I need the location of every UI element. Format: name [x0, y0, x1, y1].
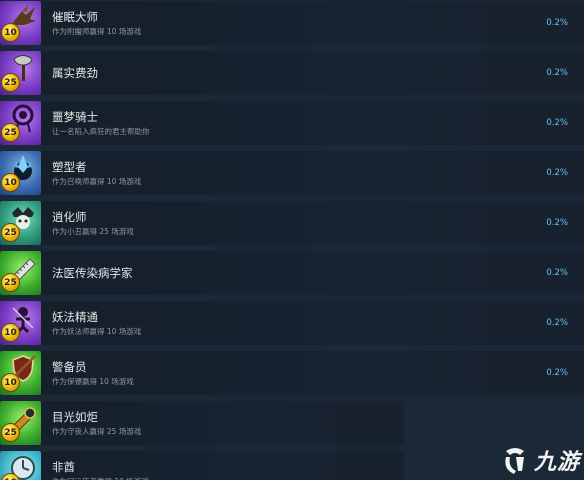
- achievement-icon-wrap: 10: [0, 151, 41, 195]
- unlock-percent: 0.2%: [546, 118, 568, 128]
- achievement-text: 逍化师作为小丑赢得 25 场游戏: [52, 210, 584, 237]
- badge-coin: 25: [1, 73, 20, 92]
- badge-coin: 10: [1, 173, 20, 192]
- achievement-row: 10 妖法精通 作为妖法师赢得 10 场游戏 0.2%: [0, 301, 584, 345]
- achievement-title: 属实费劲: [52, 65, 98, 80]
- achievement-title: 噩梦骑士: [52, 109, 98, 124]
- achievement-title: 警备员: [52, 359, 87, 374]
- achievement-icon-wrap: 10: [0, 351, 41, 395]
- achievement-desc: 作为回运使者赢得 10 场游戏: [52, 476, 404, 480]
- achievement-row: 10 非酋作为回运使者赢得 10 场游戏: [0, 451, 404, 480]
- achievement-desc: 作为附魔师赢得 10 场游戏: [52, 26, 142, 36]
- achievement-row: 10 塑型者 作为召唤师赢得 10 场游戏 0.2%: [0, 151, 584, 195]
- achievement-icon-wrap: 25: [0, 401, 41, 445]
- achievement-desc: 作为守夜人赢得 25 场游戏: [52, 426, 142, 436]
- achievement-row: 25 噩梦骑士 让一名陷入疯狂的君主帮助你 0.2%: [0, 101, 584, 145]
- achievement-list: 10 催眠大师 作为附魔师赢得 10 场游戏 0.2% 25 属实费劲 0.2% 25 噩梦骑士…: [0, 0, 584, 480]
- achievement-desc: 作为保镖赢得 10 场游戏: [52, 376, 134, 386]
- achievement-row: 25 目光如炬作为守夜人赢得 25 场游戏: [0, 401, 404, 445]
- unlock-percent: 0.2%: [546, 68, 568, 78]
- achievement-text: 属实费劲: [52, 66, 584, 81]
- achievement-title: 妖法精通: [52, 309, 98, 324]
- achievement-text: 警备员作为保镖赢得 10 场游戏: [52, 360, 584, 387]
- achievement-title: 非酋: [52, 459, 75, 474]
- badge-coin: 10: [1, 23, 20, 42]
- badge-coin: 25: [1, 223, 20, 242]
- unlock-percent: 0.2%: [546, 18, 568, 28]
- achievement-row: 25 法医传染病学家 0.2%: [0, 251, 584, 295]
- achievement-icon-wrap: 25: [0, 101, 41, 145]
- achievement-desc: 作为妖法师赢得 10 场游戏: [52, 326, 142, 336]
- achievement-text: 催眠大师作为附魔师赢得 10 场游戏: [52, 10, 584, 37]
- achievement-row: 10 警备员 作为保镖赢得 10 场游戏 0.2%: [0, 351, 584, 395]
- badge-coin: 10: [1, 323, 20, 342]
- badge-coin: 10: [1, 373, 20, 392]
- achievement-icon-wrap: 25: [0, 51, 41, 95]
- achievement-row: 25 逍化师 作为小丑赢得 25 场游戏 0.2%: [0, 201, 584, 245]
- achievement-title: 逍化师: [52, 209, 87, 224]
- achievement-title: 塑型者: [52, 159, 87, 174]
- achievement-title: 催眠大师: [52, 9, 98, 24]
- achievement-icon-wrap: 25: [0, 251, 41, 295]
- achievement-text: 法医传染病学家: [52, 266, 584, 281]
- achievement-text: 妖法精通作为妖法师赢得 10 场游戏: [52, 310, 584, 337]
- j9-logo-icon: [505, 448, 524, 474]
- unlock-percent: 0.2%: [546, 368, 568, 378]
- achievement-text: 塑型者作为召唤师赢得 10 场游戏: [52, 160, 584, 187]
- unlock-percent: 0.2%: [546, 318, 568, 328]
- achievement-desc: 作为小丑赢得 25 场游戏: [52, 226, 134, 236]
- unlock-percent: 0.2%: [546, 268, 568, 278]
- achievement-title: 法医传染病学家: [52, 265, 133, 280]
- achievement-title: 目光如炬: [52, 409, 98, 424]
- achievement-desc: 让一名陷入疯狂的君主帮助你: [52, 126, 150, 136]
- achievement-icon-wrap: 25: [0, 201, 41, 245]
- achievement-row: 25 属实费劲 0.2%: [0, 51, 584, 95]
- unlock-percent: 0.2%: [546, 218, 568, 228]
- watermark-text: 九游: [533, 450, 580, 475]
- watermark: 九游: [500, 444, 580, 476]
- achievement-text: 目光如炬作为守夜人赢得 25 场游戏: [52, 410, 404, 437]
- badge-coin: 25: [1, 423, 20, 442]
- unlock-percent: 0.2%: [546, 168, 568, 178]
- achievement-row: 10 催眠大师 作为附魔师赢得 10 场游戏 0.2%: [0, 1, 584, 45]
- achievement-text: 噩梦骑士让一名陷入疯狂的君主帮助你: [52, 110, 584, 137]
- badge-coin: 25: [1, 273, 20, 292]
- achievement-icon-wrap: 10: [0, 451, 41, 480]
- achievement-icon-wrap: 10: [0, 1, 41, 45]
- badge-coin: 25: [1, 123, 20, 142]
- achievement-desc: 作为召唤师赢得 10 场游戏: [52, 176, 142, 186]
- achievement-text: 非酋作为回运使者赢得 10 场游戏: [52, 460, 404, 480]
- achievement-icon-wrap: 10: [0, 301, 41, 345]
